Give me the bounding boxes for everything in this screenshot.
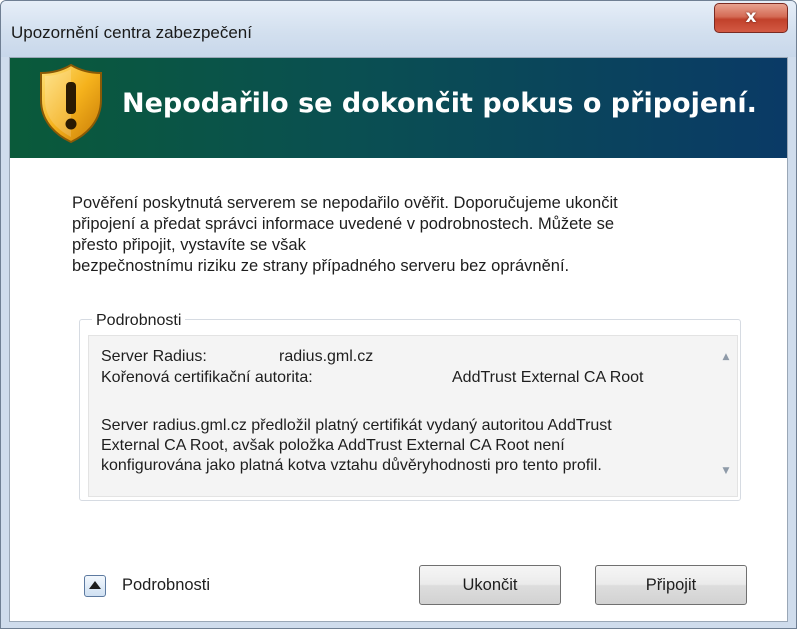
certificate-description: Server radius.gml.cz předložil platný ce… xyxy=(101,416,713,476)
description-line: konfigurována jako platná kotva vztahu d… xyxy=(101,457,602,474)
description-line: Server radius.gml.cz předložil platný ce… xyxy=(101,417,612,434)
message-line: bezpečnostnímu riziku ze strany případné… xyxy=(72,257,570,275)
details-scrollbar[interactable]: ▲ ▼ xyxy=(715,336,737,496)
banner-title: Nepodařilo se dokončit pokus o připojení… xyxy=(122,88,757,119)
message-line: připojení a předat správci informace uve… xyxy=(72,215,615,233)
root-ca-label: Kořenová certifikační autorita: xyxy=(101,369,313,386)
message-line: Pověření poskytnutá serverem se nepodaři… xyxy=(72,194,618,212)
connect-button[interactable]: Připojit xyxy=(595,565,747,605)
root-ca-value: AddTrust External CA Root xyxy=(452,369,644,386)
close-icon: x xyxy=(745,7,757,27)
warning-message: Pověření poskytnutá serverem se nepodaři… xyxy=(72,193,752,277)
chevron-up-icon xyxy=(89,581,101,589)
title-bar[interactable]: Upozornění centra zabezpečení x xyxy=(1,1,796,57)
shield-warning-icon xyxy=(40,63,102,144)
header-banner: Nepodařilo se dokončit pokus o připojení… xyxy=(10,58,787,158)
close-button[interactable]: x xyxy=(714,3,788,33)
details-legend: Podrobnosti xyxy=(92,312,186,330)
scroll-up-arrow-icon[interactable]: ▲ xyxy=(715,348,737,366)
server-radius-label: Server Radius: xyxy=(101,348,207,365)
details-toggle-button[interactable] xyxy=(84,575,106,597)
scroll-down-arrow-icon[interactable]: ▼ xyxy=(715,462,737,480)
description-line: External CA Root, avšak položka AddTrust… xyxy=(101,437,565,454)
security-alert-dialog: Upozornění centra zabezpečení x Nepodaři… xyxy=(0,0,797,629)
window-title: Upozornění centra zabezpečení xyxy=(11,23,252,42)
details-toggle-label[interactable]: Podrobnosti xyxy=(122,576,210,595)
details-text-box[interactable]: Server Radius: radius.gml.cz Kořenová ce… xyxy=(88,335,738,497)
dialog-content: Nepodařilo se dokončit pokus o připojení… xyxy=(9,57,788,622)
server-radius-value: radius.gml.cz xyxy=(279,348,374,365)
message-line: přesto připojit, vystavíte se však xyxy=(72,236,306,254)
cancel-button[interactable]: Ukončit xyxy=(419,565,561,605)
